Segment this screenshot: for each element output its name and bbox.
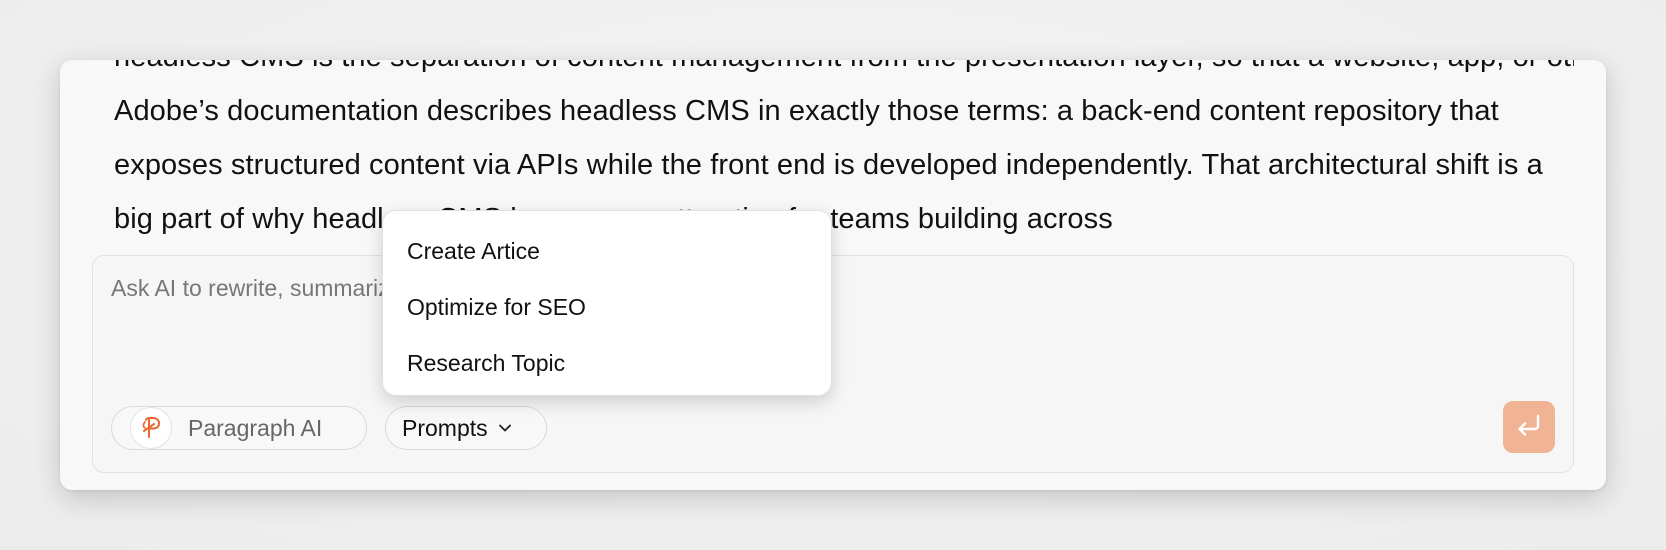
return-arrow-icon bbox=[1515, 412, 1543, 443]
paragraph-ai-button[interactable]: Paragraph AI bbox=[111, 406, 367, 450]
menu-item-create-article[interactable]: Create Artice bbox=[383, 223, 831, 279]
chevron-down-icon bbox=[498, 423, 512, 433]
document-partial-line: headless CMS is the separation of conten… bbox=[114, 60, 1574, 84]
document-paragraph: Adobe’s documentation describes headless… bbox=[114, 95, 1543, 235]
prompts-menu: Create Artice Optimize for SEO Research … bbox=[382, 210, 832, 396]
paragraph-ai-logo-icon bbox=[130, 407, 172, 449]
menu-item-optimize-seo[interactable]: Optimize for SEO bbox=[383, 279, 831, 335]
editor-card: headless CMS is the separation of conten… bbox=[60, 60, 1606, 490]
send-button[interactable] bbox=[1503, 401, 1555, 453]
paragraph-ai-label: Paragraph AI bbox=[188, 414, 323, 441]
menu-item-research-topic[interactable]: Research Topic bbox=[383, 335, 831, 391]
prompts-dropdown-button[interactable]: Prompts bbox=[385, 406, 547, 450]
prompts-label: Prompts bbox=[402, 414, 488, 441]
ai-composer: Paragraph AI Prompts bbox=[92, 255, 1574, 473]
